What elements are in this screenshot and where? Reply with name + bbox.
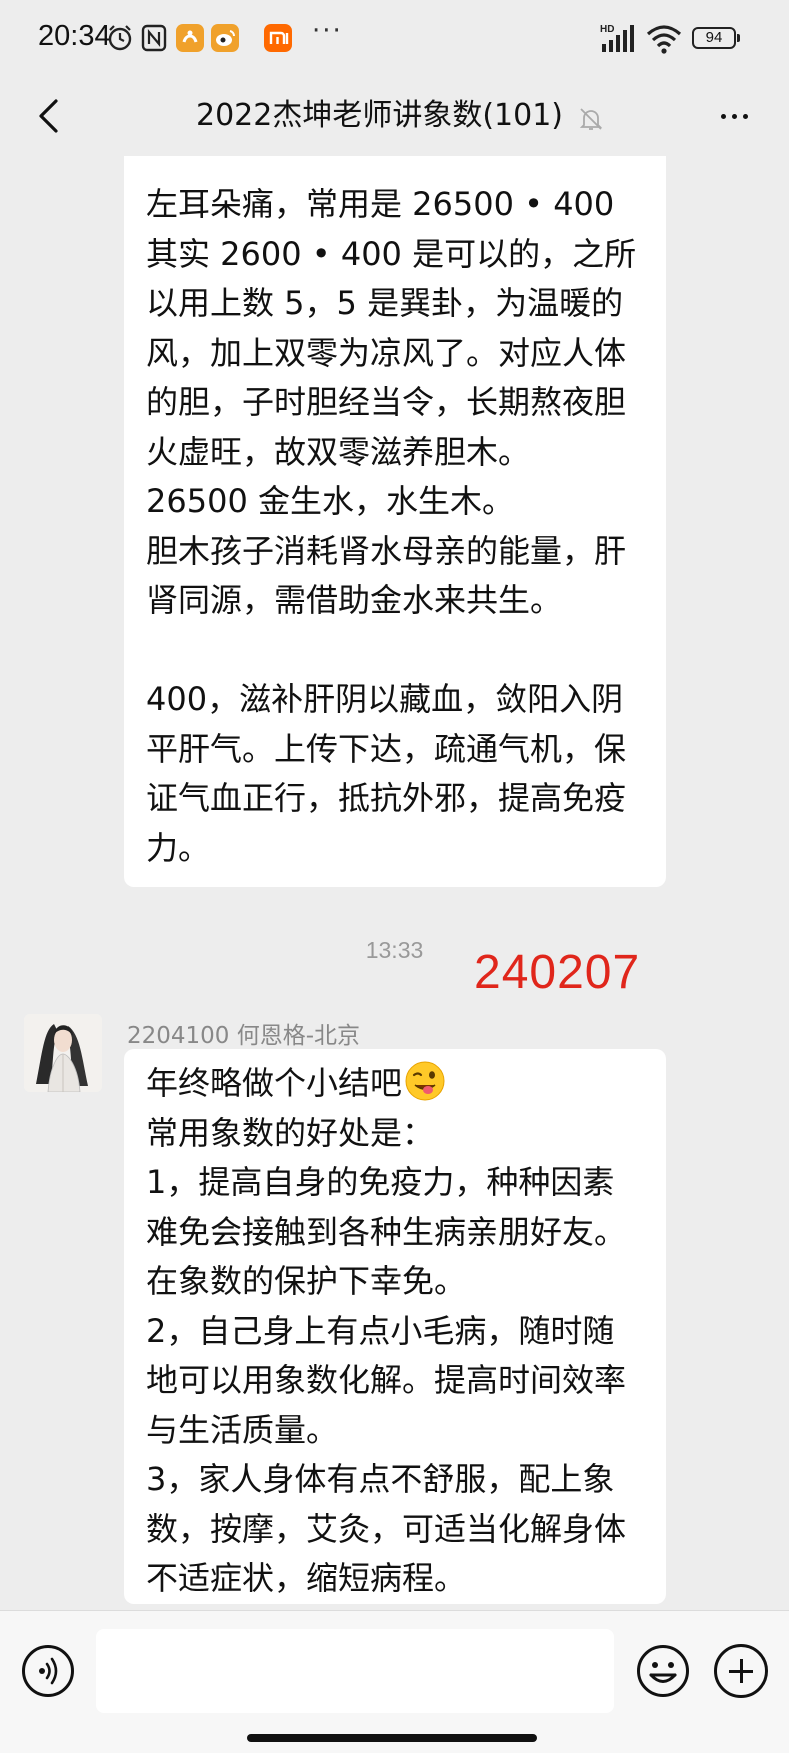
chat-title: 2022杰坤老师讲象数(101) [195,98,564,133]
message-line: 左耳朵痛，常用是 26500 • 400 [146,185,615,223]
add-attachment-button[interactable] [714,1644,768,1698]
message-line: 年终略做个小结吧 [146,1059,644,1109]
input-bar [0,1610,789,1753]
message-line: 平肝气。上传下达，疏通气机，保 [146,729,627,768]
wifi-icon [646,25,682,54]
message-line: 风，加上双零为凉风了。对应人体 [146,333,627,372]
red-annotation: 240207 [474,946,641,999]
message-line: 胆木孩子消耗肾水母亲的能量，肝 [146,531,627,570]
status-bar: 20:34 ··· HD 94 [0,0,789,76]
avatar[interactable] [24,1014,102,1092]
message-line: 力。 [146,828,211,867]
home-indicator[interactable] [247,1734,537,1742]
battery-level: 94 [705,29,723,46]
app-notification-icon [176,24,204,52]
nfc-icon [141,24,167,52]
chat-header: 2022杰坤老师讲象数(101) [0,76,789,156]
more-dot-icon [720,113,726,119]
message-line: 证气血正行，抵抗外邪，提高免疫 [146,779,627,817]
message-input[interactable] [96,1629,614,1713]
message-line: 与生活质量。 [146,1410,339,1449]
message-line: 地可以用象数化解。提高时间效率 [146,1361,627,1399]
more-dot-icon [731,113,737,119]
weibo-icon [211,24,239,52]
message-line: 难免会接触到各种生病亲朋好友。 [146,1212,627,1251]
message-line-text: 年终略做个小结吧 [146,1064,403,1102]
message-line: 不适症状，缩短病程。 [146,1559,467,1597]
message-timestamp: 13:33 [365,937,424,963]
message-line: 以用上数 5，5 是巽卦，为温暖的 [146,284,624,322]
message-line: 3，家人身体有点不舒服，配上象 [146,1460,615,1498]
voice-wave-icon [39,1657,58,1685]
svg-text:HD: HD [600,24,614,35]
message-line [146,626,644,676]
status-time: 20:34 [38,20,111,52]
voice-input-button[interactable] [22,1645,74,1697]
message-line: 其实 2600 • 400 是可以的，之所 [146,234,637,273]
message-line: 常用象数的好处是： [146,1113,435,1152]
more-dot-icon [742,113,748,119]
mute-bell-icon [579,108,603,130]
signal-icon: HD [600,24,634,52]
alarm-icon [108,25,132,51]
message-line: 肾同源，需借助金水来共生。 [146,581,563,619]
message-bubble[interactable]: 年终略做个小结吧 常用象数的好处是： 1，提高自身的免疫力，种种因素 难免会接触… [124,1049,666,1604]
message-line: 400，滋补肝阴以藏血，敛阳入阴 [146,680,624,718]
message-line: 在象数的保护下幸免。 [146,1262,467,1300]
battery-indicator: 94 [692,27,740,49]
status-more-dots: ··· [312,16,343,46]
wink-tongue-emoji-icon [405,1061,445,1101]
avatar-illustration [24,1014,102,1092]
message-line: 2，自己身上有点小毛病，随时随 [146,1311,615,1350]
message-line: 26500 金生水，水生木。 [146,482,514,520]
message-line: 火虚旺，故双零滋养胆木。 [146,432,531,471]
message-bubble[interactable]: 左耳朵痛，常用是 26500 • 400 其实 2600 • 400 是可以的，… [124,156,666,887]
mi-app-icon [264,24,292,52]
emoji-button[interactable] [636,1644,690,1698]
message-list[interactable]: 左耳朵痛，常用是 26500 • 400 其实 2600 • 400 是可以的，… [0,156,789,1606]
more-options-button[interactable] [710,92,758,140]
message-line: 1，提高自身的免疫力，种种因素 [146,1163,615,1201]
sender-name: 2204100 何恩格-北京 [127,1023,361,1049]
message-line: 数，按摩，艾灸，可适当化解身体 [146,1509,627,1548]
message-line: 的胆，子时胆经当令，长期熬夜胆 [146,383,627,421]
